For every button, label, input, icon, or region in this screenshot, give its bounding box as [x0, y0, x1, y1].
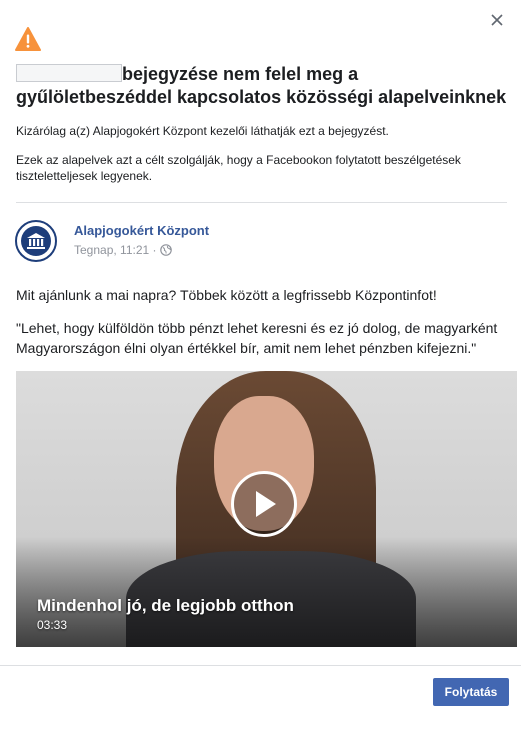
- visibility-text: Kizárólag a(z) Alapjogokért Központ keze…: [16, 124, 389, 138]
- avatar[interactable]: [15, 220, 57, 262]
- dialog-title: bejegyzése nem felel meg a gyűlöletbeszé…: [16, 63, 511, 109]
- continue-button[interactable]: Folytatás: [433, 678, 509, 706]
- warning-icon: [15, 27, 41, 51]
- globe-icon: [159, 244, 172, 256]
- post-text-quote: "Lehet, hogy külföldön több pénzt lehet …: [16, 320, 498, 356]
- close-button[interactable]: [487, 10, 507, 30]
- video-shade: [16, 537, 517, 647]
- play-icon: [256, 491, 276, 517]
- video-title: Mindenhol jó, de legjobb otthon: [37, 596, 294, 615]
- page-name-link[interactable]: Alapjogokért Központ: [74, 223, 209, 238]
- divider: [16, 202, 507, 203]
- post-text-line1: Mit ajánlunk a mai napra? Többek között …: [16, 287, 437, 303]
- play-button[interactable]: [231, 471, 297, 537]
- post-meta: Tegnap, 11:21 ·: [74, 243, 172, 257]
- post-timestamp[interactable]: Tegnap, 11:21 ·: [74, 243, 157, 257]
- close-icon: [491, 14, 503, 26]
- footer-divider: [0, 665, 521, 666]
- video-player[interactable]: Mindenhol jó, de legjobb otthon 03:33: [16, 371, 517, 647]
- institution-icon: [21, 226, 51, 256]
- purpose-text: Ezek az alapelvek azt a célt szolgálják,…: [16, 153, 461, 183]
- video-duration: 03:33: [37, 618, 68, 632]
- redacted-name: [16, 64, 122, 82]
- policy-dialog: bejegyzése nem felel meg a gyűlöletbeszé…: [0, 0, 521, 729]
